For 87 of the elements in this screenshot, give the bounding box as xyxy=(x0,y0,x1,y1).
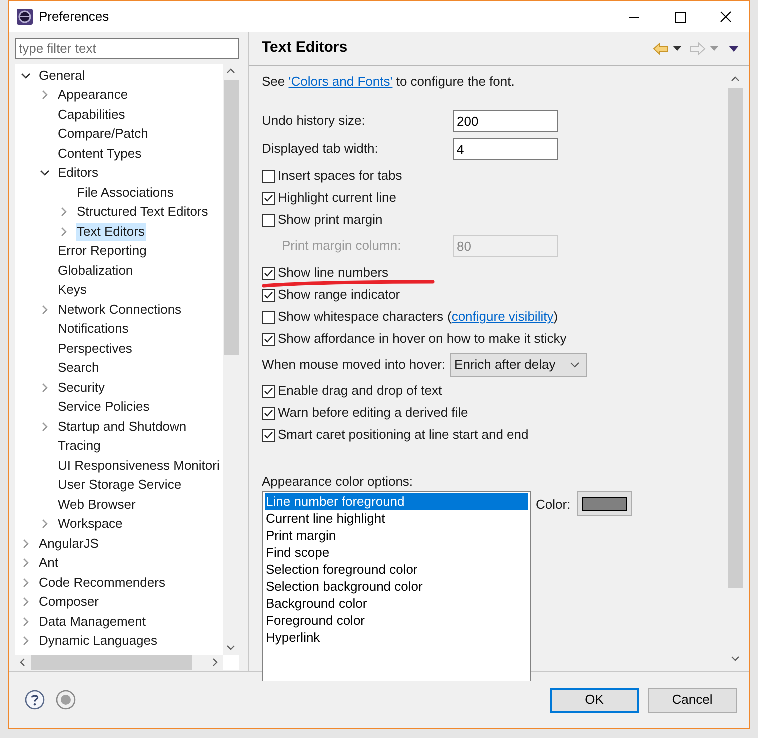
tree-item[interactable]: Workspace xyxy=(57,515,124,534)
tree-item[interactable]: Security xyxy=(57,378,106,397)
checkbox[interactable] xyxy=(262,332,275,346)
checkbox-label: Show print margin xyxy=(278,211,383,230)
checkbox[interactable] xyxy=(262,310,275,324)
checkbox-label: Highlight current line xyxy=(278,189,397,208)
tree-item[interactable]: Ant xyxy=(38,554,60,572)
field-label: Displayed tab width: xyxy=(262,140,380,158)
tree-item[interactable]: Dynamic Languages xyxy=(38,632,159,650)
tree-item[interactable]: Perspectives xyxy=(57,340,134,358)
list-item[interactable]: Line number foreground xyxy=(265,493,528,510)
parenthesis-text: ( xyxy=(447,308,452,326)
tree-item[interactable]: Web Browser xyxy=(57,496,137,514)
tree-item[interactable]: Code Recommenders xyxy=(38,574,166,592)
checkbox[interactable] xyxy=(262,428,275,442)
tree-item[interactable]: Globalization xyxy=(57,262,134,280)
tree-item[interactable]: UI Responsiveness Monitori xyxy=(57,456,221,475)
checkbox[interactable] xyxy=(262,406,275,420)
checkbox-label: Insert spaces for tabs xyxy=(278,167,402,186)
checkbox[interactable] xyxy=(262,384,275,398)
tree-item[interactable]: Keys xyxy=(57,281,88,300)
checkbox-label: Show whitespace characters xyxy=(278,308,444,326)
field-label: Print margin column: xyxy=(281,237,402,256)
list-item[interactable]: Background color xyxy=(265,595,528,612)
checkbox-label: Show line numbers xyxy=(278,264,389,282)
record-icon[interactable] xyxy=(56,690,76,710)
page-title: Text Editors xyxy=(262,38,348,58)
help-icon[interactable] xyxy=(25,690,45,710)
tree-item[interactable]: Structured Text Editors xyxy=(76,203,210,222)
tree-item[interactable]: Tracing xyxy=(57,437,102,456)
tree-item[interactable]: Text Editors xyxy=(76,222,146,241)
list-item[interactable]: Find scope xyxy=(265,544,528,561)
note-text: See 'Colors and Fonts' to configure the font. xyxy=(262,73,515,92)
tree-item[interactable]: Capabilities xyxy=(57,106,126,124)
tree-item[interactable]: AngularJS xyxy=(38,534,100,553)
chevron-down-icon xyxy=(570,362,580,368)
tree-item[interactable]: Content Types xyxy=(57,144,143,163)
color-button[interactable] xyxy=(576,491,632,516)
list-item[interactable]: Hyperlink xyxy=(265,629,528,646)
checkbox[interactable] xyxy=(262,192,275,204)
tree-item[interactable]: Compare/Patch xyxy=(57,125,150,144)
tree-item[interactable]: General xyxy=(38,66,86,85)
tree-item[interactable]: Editors xyxy=(57,164,100,182)
tree-item[interactable]: Error Reporting xyxy=(57,242,148,260)
tree-item[interactable]: Network Connections xyxy=(57,300,183,319)
tree-item[interactable]: User Storage Service xyxy=(57,476,183,494)
color-label: Color: xyxy=(536,496,571,513)
tree-item[interactable]: Search xyxy=(57,359,100,378)
dropdown-label: When mouse moved into hover: xyxy=(262,356,446,374)
list-item[interactable]: Print margin xyxy=(265,527,528,544)
checkbox-label: Smart caret positioning at line start and end xyxy=(278,426,529,444)
colors-and-fonts-link[interactable]: 'Colors and Fonts' xyxy=(288,74,393,90)
tree-item[interactable]: File Associations xyxy=(76,184,175,202)
view-menu-icon[interactable] xyxy=(729,46,739,52)
checkbox[interactable] xyxy=(262,266,275,280)
list-item[interactable]: Selection background color xyxy=(265,578,528,595)
configure-visibility-link[interactable]: configure visibility xyxy=(452,307,554,327)
checkbox-label: Show affordance in hover on how to make it sticky xyxy=(278,330,567,348)
number-field[interactable]: 4 xyxy=(453,138,558,160)
checkbox[interactable] xyxy=(262,170,275,182)
scrollbar[interactable] xyxy=(15,655,223,670)
dialog-button[interactable]: OK xyxy=(550,688,639,712)
dialog-button[interactable]: Cancel xyxy=(648,688,737,712)
list-item[interactable]: Foreground color xyxy=(265,612,528,629)
checkbox[interactable] xyxy=(262,214,275,226)
number-field[interactable]: 200 xyxy=(453,110,558,132)
field-label: Undo history size: xyxy=(262,112,366,130)
parenthesis-text: ) xyxy=(554,308,558,326)
checkbox-label: Show range indicator xyxy=(278,286,400,304)
tree-item[interactable]: Appearance xyxy=(57,86,130,104)
tree-item[interactable]: Data Management xyxy=(38,612,147,631)
filter-field[interactable]: type filter text xyxy=(15,38,239,59)
tree-item[interactable]: Startup and Shutdown xyxy=(57,418,188,436)
dropdown-icon[interactable] xyxy=(673,46,682,52)
tree-item[interactable]: Notifications xyxy=(57,320,130,338)
checkbox-label: Warn before editing a derived file xyxy=(278,404,468,422)
list-item[interactable]: Current line highlight xyxy=(265,510,528,527)
hover-mode-dropdown[interactable]: Enrich after delay xyxy=(450,353,587,377)
checkbox-label: Enable drag and drop of text xyxy=(278,382,442,400)
list-item[interactable]: Selection foreground color xyxy=(265,561,528,578)
app-icon xyxy=(17,8,33,24)
tree-item[interactable]: Service Policies xyxy=(57,398,151,416)
tree-item[interactable]: Composer xyxy=(38,593,100,612)
color-list[interactable]: Line number foreground Current line highlight Print margin Find scope Selection foreground color Selection background color Background color Foreground color Hyperlink xyxy=(262,491,531,681)
window-title: Preferences xyxy=(39,8,110,26)
section-label: Appearance color options: xyxy=(262,473,414,490)
checkbox[interactable] xyxy=(262,288,275,302)
